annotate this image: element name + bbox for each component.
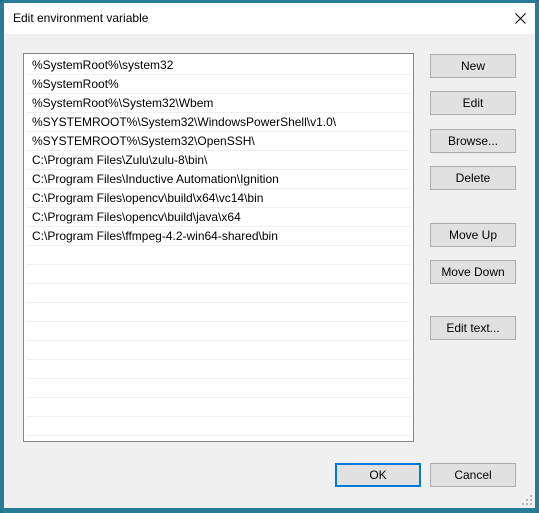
dialog-body: Edit environment variable %SystemRoot%\s… — [4, 3, 535, 508]
move-down-button[interactable]: Move Down — [430, 260, 516, 284]
close-button[interactable] — [505, 3, 535, 34]
list-item[interactable] — [26, 379, 411, 398]
dialog-window: Edit environment variable %SystemRoot%\s… — [0, 0, 539, 513]
list-item[interactable] — [26, 246, 411, 265]
list-item[interactable]: C:\Program Files\Inductive Automation\Ig… — [26, 170, 411, 189]
edit-text-button[interactable]: Edit text... — [430, 316, 516, 340]
list-item[interactable]: %SystemRoot% — [26, 75, 411, 94]
list-item[interactable]: C:\Program Files\opencv\build\java\x64 — [26, 208, 411, 227]
list-item[interactable]: C:\Program Files\opencv\build\x64\vc14\b… — [26, 189, 411, 208]
list-item[interactable] — [26, 322, 411, 341]
list-item[interactable]: %SystemRoot%\system32 — [26, 56, 411, 75]
list-item[interactable]: C:\Program Files\ffmpeg-4.2-win64-shared… — [26, 227, 411, 246]
close-icon — [514, 13, 526, 24]
browse-button[interactable]: Browse... — [430, 129, 516, 153]
new-button[interactable]: New — [430, 54, 516, 78]
list-item[interactable]: %SYSTEMROOT%\System32\OpenSSH\ — [26, 132, 411, 151]
list-item[interactable] — [26, 436, 411, 455]
list-item[interactable] — [26, 341, 411, 360]
dialog-title: Edit environment variable — [13, 11, 149, 25]
list-item[interactable] — [26, 417, 411, 436]
ok-button[interactable]: OK — [335, 463, 421, 487]
list-item[interactable] — [26, 265, 411, 284]
list-item[interactable] — [26, 303, 411, 322]
move-up-button[interactable]: Move Up — [430, 223, 516, 247]
list-item[interactable] — [26, 398, 411, 417]
title-bar[interactable]: Edit environment variable — [4, 3, 535, 34]
resize-grip-icon[interactable] — [522, 495, 532, 505]
list-item[interactable]: C:\Program Files\Zulu\zulu-8\bin\ — [26, 151, 411, 170]
cancel-button[interactable]: Cancel — [430, 463, 516, 487]
list-item[interactable] — [26, 360, 411, 379]
edit-button[interactable]: Edit — [430, 91, 516, 115]
list-item[interactable] — [26, 284, 411, 303]
path-list[interactable]: %SystemRoot%\system32 %SystemRoot% %System… — [23, 53, 414, 455]
list-item[interactable]: %SystemRoot%\System32\Wbem — [26, 94, 411, 113]
delete-button[interactable]: Delete — [430, 166, 516, 190]
list-item[interactable]: %SYSTEMROOT%\System32\WindowsPowerShell\… — [26, 113, 411, 132]
